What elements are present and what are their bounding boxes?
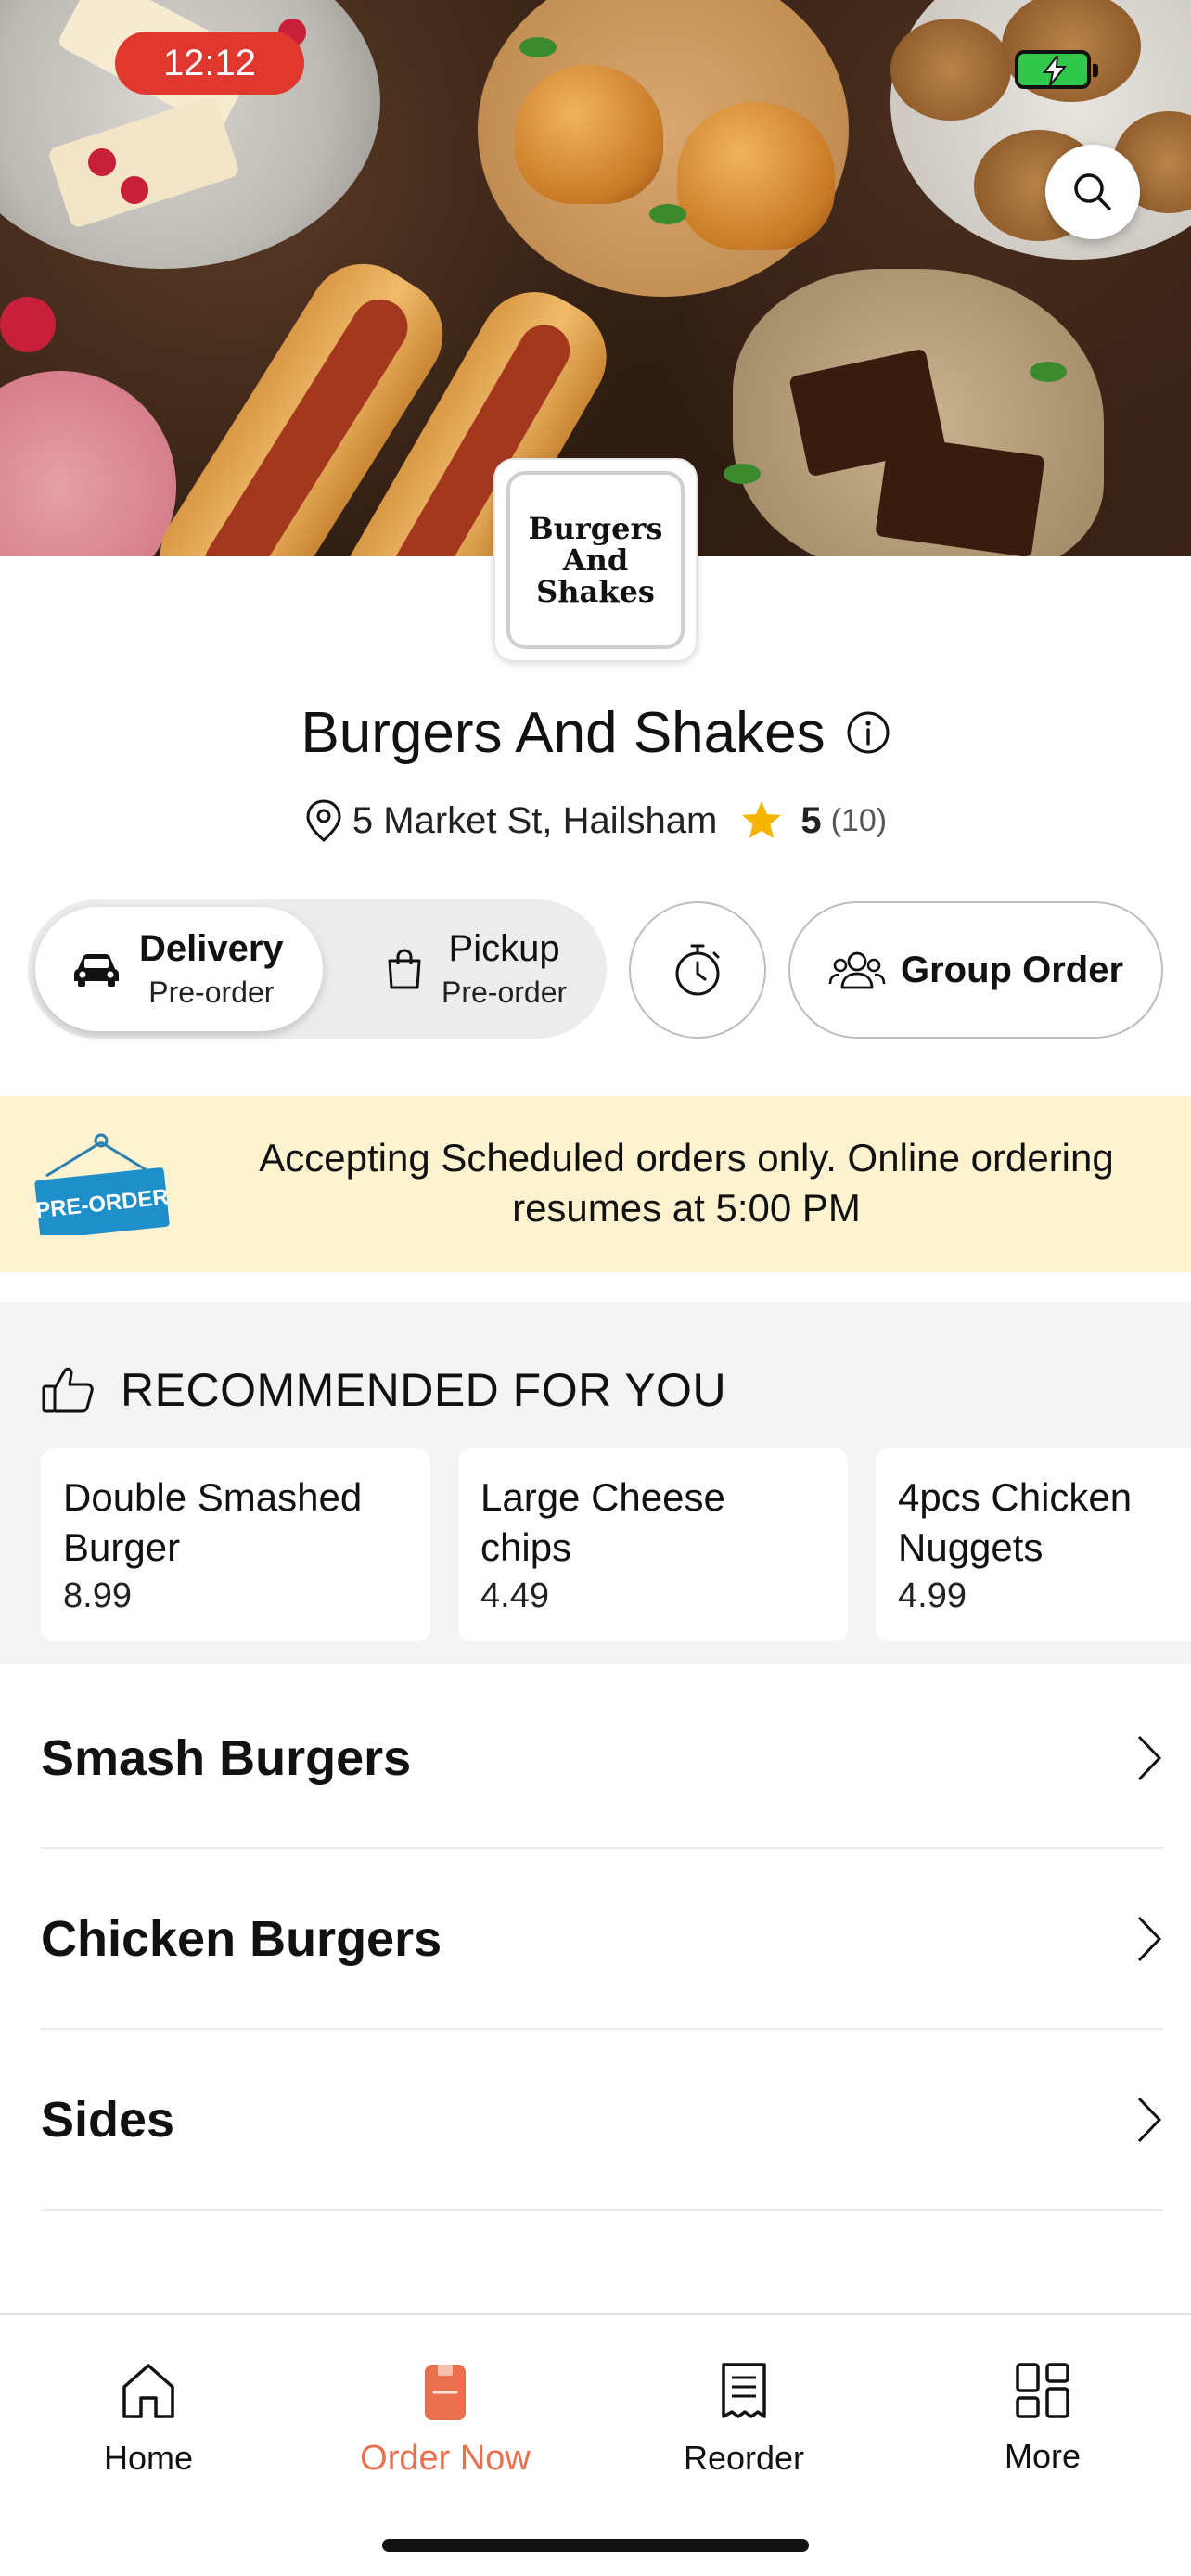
recommended-item-name: Double Smashed Burger (63, 1475, 363, 1569)
logo-line: Burgers (528, 511, 663, 546)
recommended-item-card[interactable]: Large Cheese chips 4.49 (458, 1448, 848, 1641)
order-icon (425, 2365, 466, 2420)
group-order-label: Group Order (900, 949, 1124, 990)
search-button[interactable] (1045, 145, 1140, 239)
recommended-item-price: 4.99 (898, 1576, 967, 1615)
schedule-button[interactable] (629, 901, 766, 1039)
recommended-item-name: Large Cheese chips (480, 1475, 725, 1569)
info-icon[interactable] (846, 710, 890, 755)
location-pin-icon (306, 799, 341, 842)
pickup-sublabel: Pre-order (442, 976, 568, 1009)
star-icon (742, 801, 782, 838)
chevron-right-icon (1137, 2097, 1162, 2143)
recommended-item-card[interactable]: 4pcs Chicken Nuggets 4.99 (876, 1448, 1191, 1641)
recommended-item-name: 4pcs Chicken Nuggets (898, 1475, 1133, 1569)
shopping-bag-icon (388, 949, 421, 989)
receipt-icon (722, 2363, 766, 2418)
battery-icon (1015, 50, 1098, 89)
status-time: 12:12 (115, 32, 304, 95)
grid-icon (1016, 2363, 1069, 2418)
recommended-item-price: 8.99 (63, 1576, 132, 1615)
category-label: Smash Burgers (41, 1730, 412, 1786)
logo-line: And (562, 542, 629, 578)
category-row-sides[interactable]: Sides (41, 2031, 1163, 2211)
group-order-button[interactable]: Group Order (788, 901, 1163, 1039)
banner-message: Accepting Scheduled orders only. Online … (259, 1136, 1114, 1230)
restaurant-logo: Burgers And Shakes (493, 458, 698, 662)
nav-reorder[interactable]: Reorder (633, 2361, 855, 2478)
category-label: Sides (41, 2092, 175, 2148)
restaurant-name: Burgers And Shakes (301, 700, 826, 765)
nav-more-label: More (1004, 2437, 1082, 2475)
rating-value: 5 (800, 799, 822, 841)
pickup-option[interactable]: Pickup Pre-order (352, 907, 640, 1031)
recommended-item-price: 4.49 (480, 1576, 549, 1615)
recommended-section: RECOMMENDED FOR YOU Double Smashed Burge… (0, 1302, 1191, 1664)
nav-order-now-label: Order Now (360, 2439, 531, 2478)
nav-order-now[interactable]: Order Now (334, 2361, 557, 2479)
chevron-right-icon (1137, 1916, 1162, 1962)
address-rating-row: 5 Market St, Hailsham 5 (10) (0, 793, 1191, 848)
stopwatch-icon (675, 944, 720, 996)
rating-count: (10) (830, 802, 888, 838)
nav-reorder-label: Reorder (683, 2439, 805, 2477)
car-icon (74, 954, 119, 987)
nav-home[interactable]: Home (37, 2361, 260, 2478)
scheduled-orders-banner: PRE-ORDER Accepting Scheduled orders onl… (0, 1096, 1191, 1272)
restaurant-title-row: Burgers And Shakes (0, 695, 1191, 770)
home-indicator (382, 2539, 809, 2552)
bottom-nav: Home Order Now Reorder More (0, 2313, 1191, 2576)
delivery-label: Delivery (139, 928, 284, 969)
delivery-sublabel: Pre-order (148, 976, 275, 1009)
restaurant-address: 5 Market St, Hailsham (352, 799, 718, 841)
nav-more[interactable]: More (931, 2361, 1154, 2476)
category-label: Chicken Burgers (41, 1911, 442, 1967)
recommended-item-card[interactable]: Double Smashed Burger 8.99 (41, 1448, 430, 1641)
order-mode-toggle: Delivery Pre-order Pickup Pre-order (28, 899, 607, 1039)
pickup-label: Pickup (448, 928, 560, 969)
category-row-smash-burgers[interactable]: Smash Burgers (41, 1669, 1163, 1849)
recommended-header: RECOMMENDED FOR YOU (41, 1358, 726, 1422)
home-icon (122, 2364, 174, 2418)
category-row-chicken-burgers[interactable]: Chicken Burgers (41, 1850, 1163, 2030)
logo-line: Shakes (536, 574, 655, 609)
thumbs-up-icon (42, 1367, 94, 1413)
delivery-option[interactable]: Delivery Pre-order (35, 907, 323, 1031)
chevron-right-icon (1137, 1735, 1162, 1781)
nav-home-label: Home (103, 2439, 194, 2477)
recommended-title: RECOMMENDED FOR YOU (121, 1364, 727, 1416)
group-users-icon (828, 951, 886, 989)
preorder-sign-icon: PRE-ORDER (34, 1133, 170, 1235)
search-icon (1074, 173, 1111, 210)
